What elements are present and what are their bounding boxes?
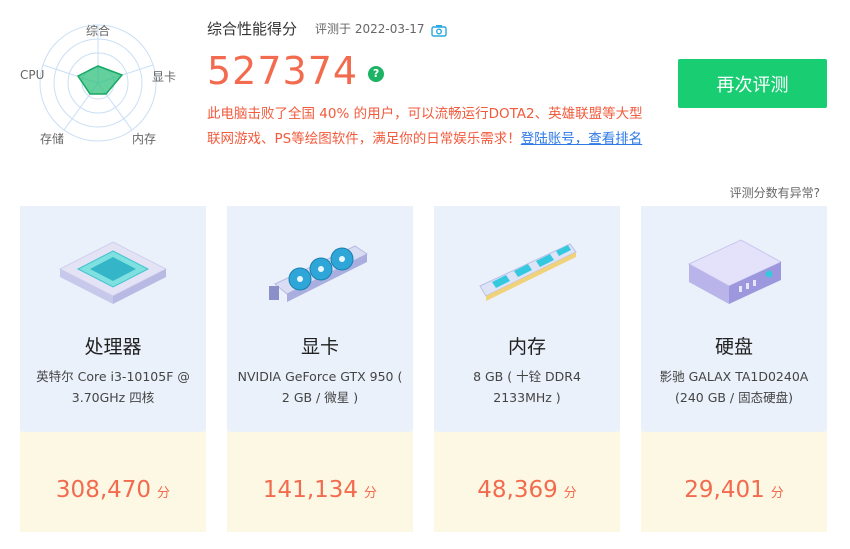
card-spec: 8 GB ( 十铨 DDR4 2133MHz ) (473, 369, 581, 405)
retest-button[interactable]: 再次评测 (678, 59, 827, 108)
card-title: 硬盘 (714, 336, 753, 358)
performance-radar-chart: 综合 显卡 内存 存储 CPU (18, 18, 188, 148)
card-title: 内存 (507, 336, 546, 358)
cpu-chip-icon (20, 224, 206, 314)
card-spec: 影驰 GALAX TA1D0240A (240 GB / 固态硬盘) (659, 369, 809, 405)
card-divider (227, 431, 413, 451)
card-score: 308,470 分 (20, 477, 206, 503)
graphics-card-icon (227, 224, 413, 314)
card-title: 显卡 (300, 336, 339, 358)
card-score-value: 29,401 (684, 477, 765, 503)
evaluation-date: 评测于 2022-03-17 (315, 21, 425, 36)
component-cards: 处理器 英特尔 Core i3-10105F @ 3.70GHz 四核 308,… (20, 206, 828, 532)
card-score-unit: 分 (157, 486, 171, 501)
score-summary: 综合性能得分 评测于 2022-03-17 527374 ? 此电脑击败了全国 … (207, 14, 647, 152)
card-score-unit: 分 (563, 486, 577, 501)
card-divider (641, 431, 827, 451)
card-score-value: 308,470 (55, 477, 152, 503)
score-row: 527374 ? (207, 46, 647, 96)
overall-score: 527374 (207, 49, 359, 93)
card-title: 处理器 (84, 336, 142, 358)
card-score-value: 48,369 (477, 477, 558, 503)
radar-label-memory: 内存 (132, 132, 157, 146)
score-anomaly-link[interactable]: 评测分数有异常? (730, 184, 820, 201)
card-score-unit: 分 (770, 486, 784, 501)
radar-label-cpu: CPU (20, 68, 45, 82)
radar-label-overall: 综合 (86, 24, 111, 38)
radar-label-gpu: 显卡 (152, 70, 177, 84)
camera-icon[interactable] (430, 22, 447, 37)
card-score-value: 141,134 (262, 477, 359, 503)
help-icon[interactable]: ? (368, 66, 385, 82)
memory-stick-icon (434, 224, 620, 314)
card-cpu: 处理器 英特尔 Core i3-10105F @ 3.70GHz 四核 308,… (20, 206, 206, 532)
login-rank-link[interactable]: 登陆账号，查看排名 (521, 131, 643, 147)
summary-title: 综合性能得分 (207, 19, 298, 38)
radar-label-storage: 存储 (40, 132, 65, 146)
card-spec: 英特尔 Core i3-10105F @ 3.70GHz 四核 (36, 369, 190, 405)
card-spec: NVIDIA GeForce GTX 950 ( 2 GB / 微星 ) (237, 369, 403, 405)
card-memory: 内存 8 GB ( 十铨 DDR4 2133MHz ) 48,369 分 (434, 206, 620, 532)
card-storage: 硬盘 影驰 GALAX TA1D0240A (240 GB / 固态硬盘) 29… (641, 206, 827, 532)
score-description: 此电脑击败了全国 40% 的用户，可以流畅运行DOTA2、英雄联盟等大型联网游戏… (207, 102, 645, 152)
card-score: 141,134 分 (227, 477, 413, 503)
summary-header: 综合性能得分 评测于 2022-03-17 (207, 14, 647, 42)
card-gpu: 显卡 NVIDIA GeForce GTX 950 ( 2 GB / 微星 ) … (227, 206, 413, 532)
hard-drive-icon (641, 224, 827, 314)
card-score-unit: 分 (364, 486, 378, 501)
card-divider (20, 431, 206, 451)
card-score: 29,401 分 (641, 477, 827, 503)
card-score: 48,369 分 (434, 477, 620, 503)
card-divider (434, 431, 620, 451)
